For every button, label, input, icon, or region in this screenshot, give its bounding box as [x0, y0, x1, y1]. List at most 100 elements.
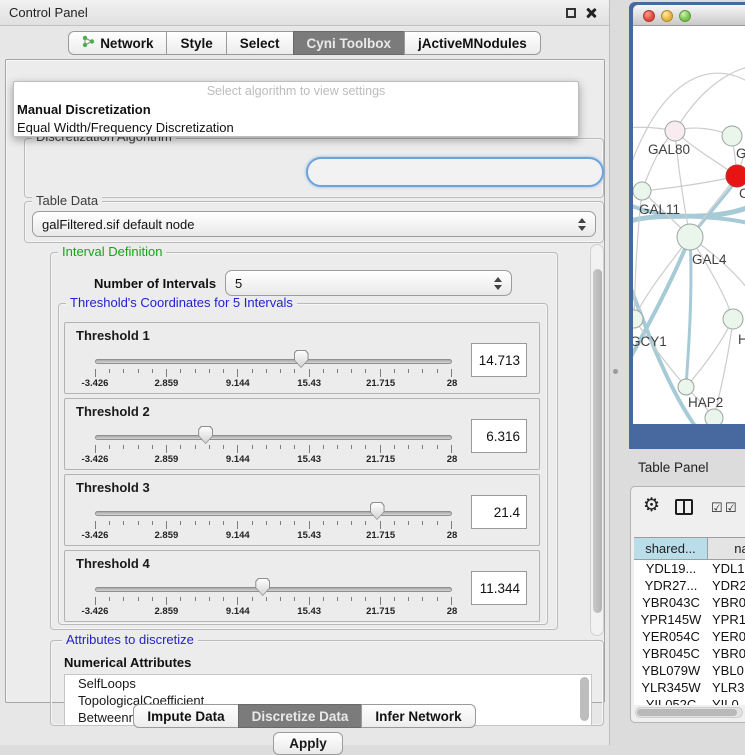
tab-impute-data[interactable]: Impute Data — [133, 704, 238, 728]
algorithm-option-manual-discretization[interactable]: Manual Discretization — [14, 101, 578, 119]
table-row[interactable]: YDR27...YDR2 — [634, 577, 745, 594]
network-edge-thick[interactable] — [633, 278, 695, 424]
zoom-traffic-light[interactable] — [679, 10, 691, 22]
scrollbar-thumb[interactable] — [593, 269, 602, 613]
split-pane-grip[interactable] — [613, 369, 618, 374]
settings-vertical-scrollbar[interactable] — [590, 244, 604, 636]
algorithm-prompt-option[interactable]: Select algorithm to view settings — [14, 82, 578, 101]
cell-shared-name[interactable]: YDR27... — [634, 577, 708, 594]
network-edge[interactable] — [686, 319, 733, 387]
column-header-shared-name[interactable]: shared... — [634, 538, 708, 559]
network-node-ga[interactable] — [722, 126, 742, 146]
slider-track[interactable] — [95, 359, 452, 364]
settings-gear-icon[interactable]: ⚙ — [643, 494, 660, 517]
cell-name[interactable]: YDR2 — [708, 577, 745, 594]
tick-mark — [123, 445, 124, 449]
table-row[interactable]: YBL079WYBL0 — [634, 662, 745, 679]
split-columns-icon[interactable] — [675, 499, 693, 515]
slider-thumb[interactable] — [198, 426, 213, 444]
cell-name[interactable]: YPR1 — [708, 611, 745, 628]
slider-track[interactable] — [95, 587, 452, 592]
threshold-3-value-field[interactable] — [471, 495, 527, 529]
slider-ticks — [95, 521, 452, 530]
threshold-1-value-field[interactable] — [471, 343, 527, 377]
algorithm-option-equal-width-frequency-discretization[interactable]: Equal Width/Frequency Discretization — [14, 119, 578, 137]
network-node-c[interactable] — [726, 165, 745, 187]
network-edge[interactable] — [690, 237, 733, 319]
table-header-row: shared... name — [634, 537, 745, 560]
slider-thumb[interactable] — [255, 578, 270, 596]
cell-name[interactable]: YBR0 — [708, 594, 745, 611]
cell-name[interactable]: YLR3 — [708, 679, 745, 696]
table-row[interactable]: YDL19...YDL1 — [634, 560, 745, 577]
tab-label: Infer Network — [375, 709, 461, 724]
tab-network[interactable]: Network — [68, 31, 167, 55]
table-row[interactable]: YPR145WYPR1 — [634, 611, 745, 628]
slider-track[interactable] — [95, 511, 452, 516]
network-edge[interactable] — [633, 73, 745, 176]
table-row[interactable]: YBR045CYBR0 — [634, 645, 745, 662]
network-node[interactable] — [705, 409, 723, 424]
cell-shared-name[interactable]: YPR145W — [634, 611, 708, 628]
slider-thumb[interactable] — [294, 350, 309, 368]
network-canvas[interactable]: GAL80GACGAL11GAL4GCY1HHAP2 — [633, 26, 745, 424]
table-row[interactable]: YIL052CYIL0 — [634, 696, 745, 705]
float-window-icon[interactable] — [566, 8, 576, 18]
cell-shared-name[interactable]: YLR345W — [634, 679, 708, 696]
cell-name[interactable]: YDL1 — [708, 560, 745, 577]
network-edge[interactable] — [642, 176, 737, 191]
tick-mark — [252, 445, 253, 449]
column-checkbox-icon[interactable]: ☑ — [711, 500, 723, 516]
cell-name[interactable]: YBR0 — [708, 645, 745, 662]
tab-infer-network[interactable]: Infer Network — [361, 704, 475, 728]
network-node-gal4[interactable] — [677, 224, 703, 250]
threshold-2-value-field[interactable] — [471, 419, 527, 453]
cell-shared-name[interactable]: YIL052C — [634, 696, 708, 705]
column-checkbox-icon[interactable]: ☑ — [725, 500, 737, 516]
network-edge[interactable] — [634, 319, 686, 387]
network-window-titlebar[interactable] — [633, 5, 745, 26]
tick-mark — [209, 597, 210, 601]
algorithm-combobox[interactable] — [306, 157, 604, 187]
network-edge[interactable] — [634, 237, 690, 319]
network-node-gal11[interactable] — [633, 182, 651, 200]
network-node-h[interactable] — [723, 309, 743, 329]
column-header-name[interactable]: name — [708, 538, 745, 559]
threshold-4-value-field[interactable] — [471, 571, 527, 605]
cell-shared-name[interactable]: YBL079W — [634, 662, 708, 679]
tick-mark — [380, 521, 381, 529]
tab-select[interactable]: Select — [226, 31, 294, 55]
table-row[interactable]: YLR345WYLR3 — [634, 679, 745, 696]
minimize-traffic-light[interactable] — [661, 10, 673, 22]
number-of-intervals-combobox[interactable]: 5 — [225, 270, 512, 296]
table-data-combobox[interactable]: galFiltered.sif default node — [32, 211, 596, 237]
cell-name[interactable]: YIL0 — [708, 696, 745, 705]
cell-name[interactable]: YER0 — [708, 628, 745, 645]
table-row[interactable]: YER054CYER0 — [634, 628, 745, 645]
slider-thumb[interactable] — [370, 502, 385, 520]
tick-mark — [351, 597, 352, 601]
cell-name[interactable]: YBL0 — [708, 662, 745, 679]
attribute-item-selfloops[interactable]: SelfLoops — [65, 675, 591, 692]
table-row[interactable]: YBR043CYBR0 — [634, 594, 745, 611]
tab-style[interactable]: Style — [166, 31, 226, 55]
close-panel-icon[interactable] — [585, 7, 597, 19]
network-edge-thick[interactable] — [686, 237, 691, 387]
cell-shared-name[interactable]: YBR043C — [634, 594, 708, 611]
tab-label: Select — [240, 36, 280, 51]
cell-shared-name[interactable]: YBR045C — [634, 645, 708, 662]
cell-shared-name[interactable]: YDL19... — [634, 560, 708, 577]
table-horizontal-scrollbar[interactable] — [635, 707, 743, 718]
tab-cyni-toolbox[interactable]: Cyni Toolbox — [293, 31, 406, 55]
network-node-gal80[interactable] — [665, 121, 685, 141]
scrollbar-thumb[interactable] — [637, 709, 737, 716]
network-node-hap2[interactable] — [678, 379, 694, 395]
tab-jactivemnodules[interactable]: jActiveMNodules — [404, 31, 541, 55]
close-traffic-light[interactable] — [643, 10, 655, 22]
tab-discretize-data[interactable]: Discretize Data — [238, 704, 363, 728]
tick-mark — [280, 369, 281, 373]
slider-track[interactable] — [95, 435, 452, 440]
cell-shared-name[interactable]: YER054C — [634, 628, 708, 645]
apply-button[interactable]: Apply — [273, 732, 343, 755]
slider-ticks — [95, 597, 452, 606]
